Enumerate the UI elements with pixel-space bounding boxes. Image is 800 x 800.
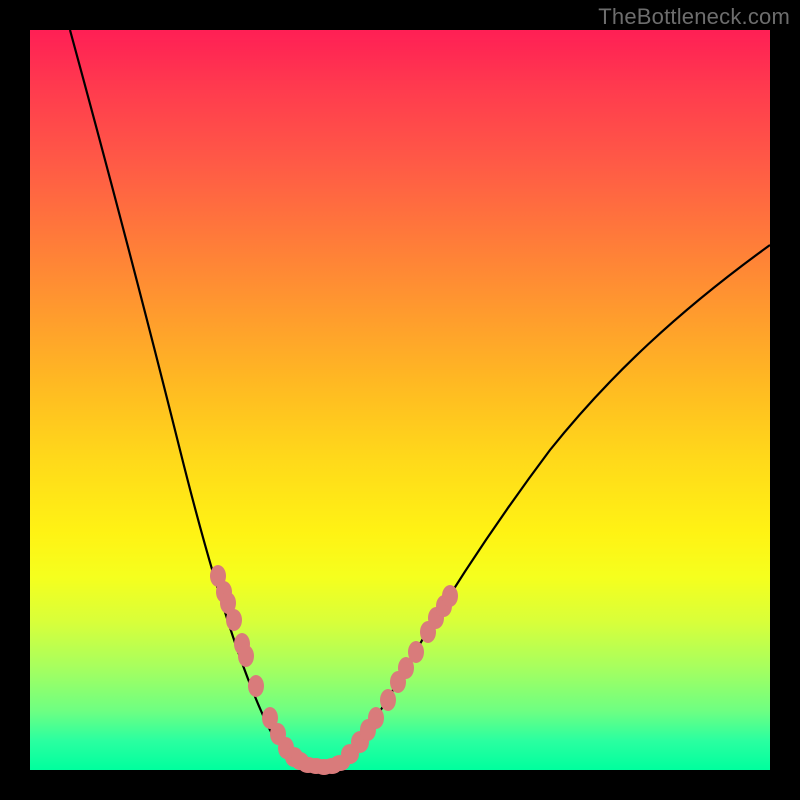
chart-frame: TheBottleneck.com	[0, 0, 800, 800]
marker-dot	[248, 675, 264, 697]
marker-dot	[238, 645, 254, 667]
marker-dot	[408, 641, 424, 663]
marker-dot	[226, 609, 242, 631]
marker-dot	[380, 689, 396, 711]
marker-dot	[368, 707, 384, 729]
marker-dot	[442, 585, 458, 607]
curve-layer	[30, 30, 770, 770]
plot-area	[30, 30, 770, 770]
watermark-text: TheBottleneck.com	[598, 4, 790, 30]
